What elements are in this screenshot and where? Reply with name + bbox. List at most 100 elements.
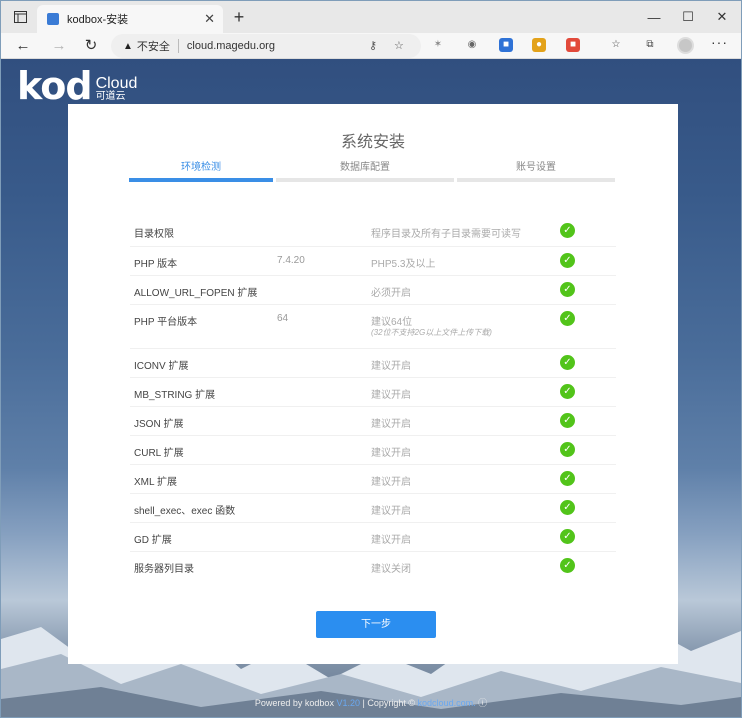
tab-title: kodbox-安装: [67, 14, 129, 26]
check-name: PHP 平台版本: [134, 317, 198, 328]
check-ok-icon: ✓: [560, 413, 575, 428]
browser-toolbar: ← → ↻ ▲ 不安全 cloud.magedu.org ⚷ ☆ ✶ ◉ ■ ●…: [1, 33, 741, 59]
maximize-button[interactable]: ☐: [671, 1, 705, 33]
extension-red-icon[interactable]: ■: [566, 38, 580, 52]
close-tab-icon[interactable]: ✕: [204, 12, 215, 26]
footer-separator: |: [362, 698, 365, 708]
step-account-bar: [457, 178, 615, 182]
step-database-bar: [276, 178, 454, 182]
check-ok-icon: ✓: [560, 253, 575, 268]
address-divider: [177, 39, 179, 53]
footer-site-link[interactable]: kodcloud.com.: [418, 698, 476, 708]
footer-powered: Powered by kodbox: [254, 698, 334, 708]
check-name: shell_exec、exec 函数: [134, 506, 236, 517]
environment-check-list: 目录权限 程序目录及所有子目录需要可读写 ✓ PHP 版本 7.4.20 PHP…: [130, 217, 616, 580]
check-ok-icon: ✓: [560, 558, 575, 573]
tab-actions-icon: [13, 11, 27, 23]
footer-info-icon[interactable]: ⓘ: [478, 698, 487, 708]
install-title: 系统安装: [340, 134, 405, 151]
check-name: PHP 版本: [134, 259, 178, 270]
check-ok-icon: ✓: [560, 223, 575, 238]
warning-triangle-icon: ▲: [123, 40, 133, 52]
check-ok-icon: ✓: [560, 442, 575, 457]
footer-version-link[interactable]: V1.20: [336, 698, 360, 708]
extension-globe-icon[interactable]: ◉: [465, 38, 479, 52]
tab-actions-button[interactable]: [9, 7, 31, 27]
check-requirement: 建议开启: [371, 390, 411, 401]
new-tab-button[interactable]: +: [229, 7, 249, 27]
check-row-json: JSON 扩展 建议开启 ✓: [130, 406, 616, 435]
check-requirement: 建议64位: [371, 317, 413, 328]
kodcloud-logo: kod Cloud 可道云: [17, 64, 138, 108]
check-note: (32位不支持2G以上文件上传下载): [371, 328, 492, 337]
step-environment-bar: [129, 178, 273, 182]
next-step-button[interactable]: 下一步: [316, 611, 436, 638]
check-row-allow-url-fopen: ALLOW_URL_FOPEN 扩展 必须开启 ✓: [130, 275, 616, 304]
check-ok-icon: ✓: [560, 384, 575, 399]
check-name: ALLOW_URL_FOPEN 扩展: [134, 288, 258, 299]
collections-icon[interactable]: ⧉: [643, 38, 657, 52]
check-requirement: PHP5.3及以上: [371, 259, 436, 270]
extension-bird-icon[interactable]: ✶: [431, 38, 445, 52]
check-row-mb-string: MB_STRING 扩展 建议开启 ✓: [130, 377, 616, 406]
favorites-list-icon[interactable]: ☆: [609, 38, 623, 52]
close-window-button[interactable]: ✕: [705, 1, 739, 33]
site-favicon-icon: [47, 13, 59, 25]
check-row-php-platform: PHP 平台版本 64 建议64位 (32位不支持2G以上文件上传下载) ✓: [130, 304, 616, 348]
install-card: 系统安装 环境检测 数据库配置 账号设置 目录权限 程序目录及所有子目录需要可读…: [68, 104, 678, 664]
check-requirement: 建议开启: [371, 477, 411, 488]
logo-chinese-text: 可道云: [95, 91, 126, 102]
check-row-curl: CURL 扩展 建议开启 ✓: [130, 435, 616, 464]
check-row-dir-listing: 服务器列目录 建议关闭 ✓: [130, 551, 616, 580]
check-ok-icon: ✓: [560, 500, 575, 515]
footer-copyright: Copyright ©: [367, 698, 416, 708]
back-arrow-icon[interactable]: ←: [13, 36, 33, 56]
forward-arrow-icon[interactable]: →: [49, 36, 69, 56]
minimize-button[interactable]: —: [637, 1, 671, 33]
check-value: 64: [277, 313, 289, 324]
check-requirement: 建议开启: [371, 361, 411, 372]
check-name: JSON 扩展: [134, 419, 184, 430]
check-name: CURL 扩展: [134, 448, 184, 459]
check-row-iconv: ICONV 扩展 建议开启 ✓: [130, 348, 616, 377]
check-row-dir-permission: 目录权限 程序目录及所有子目录需要可读写 ✓: [130, 217, 616, 246]
page-viewport: kod Cloud 可道云 系统安装 环境检测 数据库配置 账号设置 目录权限: [1, 59, 741, 717]
check-name: ICONV 扩展: [134, 361, 189, 372]
key-icon[interactable]: ⚷: [369, 39, 377, 52]
page-footer: Powered by kodbox V1.20 | Copyright © ko…: [1, 696, 741, 709]
check-requirement: 建议关闭: [371, 564, 411, 575]
url-text[interactable]: cloud.magedu.org: [187, 40, 275, 52]
extension-blue-icon[interactable]: ■: [499, 38, 513, 52]
favorite-star-icon[interactable]: ☆: [394, 39, 404, 52]
check-name: GD 扩展: [134, 535, 172, 546]
check-row-php-version: PHP 版本 7.4.20 PHP5.3及以上 ✓: [130, 246, 616, 275]
browser-window: kodbox-安装 ✕ + — ☐ ✕ ← → ↻ ▲ 不安全 cloud.ma…: [0, 0, 742, 718]
check-name: 服务器列目录: [134, 564, 194, 575]
check-requirement: 建议开启: [371, 506, 411, 517]
check-requirement: 建议开启: [371, 448, 411, 459]
browser-tab[interactable]: kodbox-安装 ✕: [37, 5, 223, 33]
check-name: 目录权限: [134, 229, 174, 240]
check-ok-icon: ✓: [560, 529, 575, 544]
extension-yellow-icon[interactable]: ●: [532, 38, 546, 52]
more-menu-icon[interactable]: ···: [711, 34, 728, 50]
install-steps: 环境检测 数据库配置 账号设置: [129, 158, 615, 182]
tab-strip: kodbox-安装 ✕ + — ☐ ✕: [1, 1, 741, 33]
check-ok-icon: ✓: [560, 355, 575, 370]
check-name: MB_STRING 扩展: [134, 390, 216, 401]
security-label: 不安全: [136, 41, 170, 53]
check-row-shell-exec: shell_exec、exec 函数 建议开启 ✓: [130, 493, 616, 522]
check-requirement: 必须开启: [371, 288, 411, 299]
check-row-gd: GD 扩展 建议开启 ✓: [130, 522, 616, 551]
check-requirement: 建议开启: [371, 535, 411, 546]
logo-main-text: kod: [17, 64, 93, 108]
check-requirement: 程序目录及所有子目录需要可读写: [371, 229, 521, 240]
check-value: 7.4.20: [277, 255, 305, 266]
refresh-icon[interactable]: ↻: [81, 36, 101, 56]
profile-avatar[interactable]: [677, 37, 694, 54]
logo-side: Cloud 可道云: [95, 75, 138, 103]
logo-cloud-text: Cloud: [95, 75, 138, 92]
check-row-xml: XML 扩展 建议开启 ✓: [130, 464, 616, 493]
address-bar[interactable]: ▲ 不安全 cloud.magedu.org ⚷ ☆: [111, 34, 421, 58]
check-ok-icon: ✓: [560, 471, 575, 486]
